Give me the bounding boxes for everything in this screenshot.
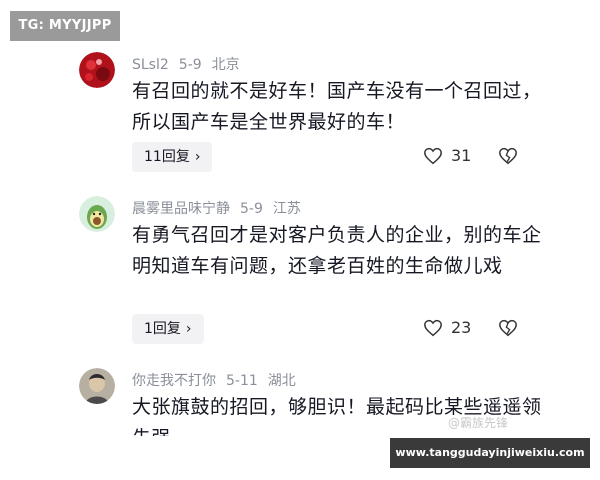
- avatar[interactable]: [79, 52, 115, 88]
- avatar[interactable]: [79, 196, 115, 232]
- broken-heart-icon: [499, 319, 517, 337]
- view-replies-button[interactable]: 11回复 ›: [132, 142, 213, 172]
- like-count: 23: [451, 318, 472, 337]
- site-watermark: www.tanggudayinjiweixiu.com: [390, 438, 590, 468]
- comment-text: 有勇气召回才是对客户负责人的企业，别的车企明知道车有问题，还拿老百姓的生命做儿戏: [132, 224, 542, 277]
- dislike-button[interactable]: [498, 147, 518, 169]
- tg-watermark: TG: MYYJJPP: [10, 11, 120, 41]
- chevron-right-icon: ›: [194, 149, 201, 165]
- broken-heart-icon: [499, 147, 517, 165]
- avatar[interactable]: [79, 368, 115, 404]
- comment-date: 5-9: [240, 201, 263, 217]
- like-button[interactable]: 23: [423, 318, 471, 337]
- comment-location: 江苏: [272, 201, 301, 217]
- replies-count: 1回复: [144, 321, 181, 337]
- heart-outline-icon: [424, 319, 442, 336]
- username[interactable]: SLsl2: [132, 57, 169, 73]
- comment-meta: 晨雾里品味宁静 5-9 江苏: [132, 198, 311, 218]
- like-button[interactable]: 31: [423, 146, 471, 165]
- comment-location: 北京: [211, 57, 240, 73]
- comment-date: 5-9: [178, 57, 202, 73]
- faint-watermark: @霸族先锋: [448, 416, 509, 430]
- heart-outline-icon: [424, 147, 442, 164]
- comment-date: 5-11: [226, 373, 258, 389]
- comment-meta: 你走我不打你 5-11 湖北: [132, 370, 306, 390]
- comment-list: SLsl2 5-9 北京 有召回的就不是好车！国产车没有一个召回过，所以国产车是全世…: [0, 0, 600, 436]
- view-replies-button[interactable]: 1回复 ›: [132, 314, 204, 344]
- chevron-right-icon: ›: [185, 321, 192, 337]
- comment-meta: SLsl2 5-9 北京: [132, 54, 250, 74]
- username[interactable]: 晨雾里品味宁静: [132, 201, 230, 217]
- replies-count: 11回复: [144, 149, 190, 165]
- username[interactable]: 你走我不打你: [132, 373, 216, 389]
- comment-text: 有召回的就不是好车！国产车没有一个召回过，所以国产车是全世界最好的车！: [132, 80, 542, 133]
- comment-location: 湖北: [267, 373, 296, 389]
- like-count: 31: [451, 146, 472, 165]
- dislike-button[interactable]: [498, 319, 518, 341]
